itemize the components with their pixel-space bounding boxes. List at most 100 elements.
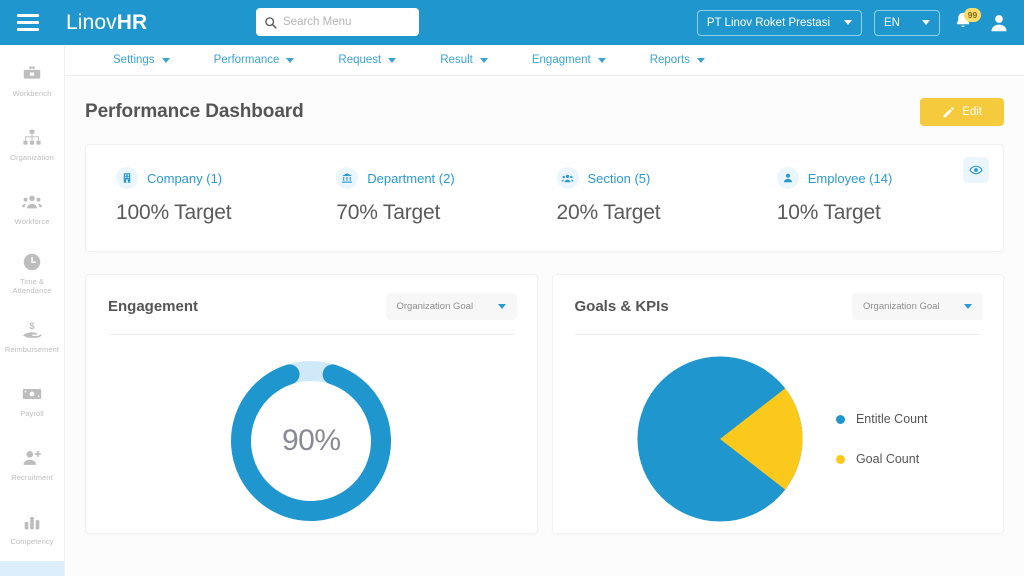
nav-item-engagment[interactable]: Engagment	[510, 54, 628, 66]
engagement-center-label: 90%	[281, 424, 341, 457]
edit-button-label: Edit	[962, 106, 982, 118]
legend-color-swatch	[835, 414, 845, 424]
building-icon	[116, 167, 138, 189]
engagement-donut-chart: 90%	[223, 353, 399, 529]
people-group-icon	[556, 167, 579, 189]
user-plus-icon	[23, 451, 41, 466]
clock-icon	[23, 253, 41, 271]
nav-item-reports[interactable]: Reports	[628, 54, 727, 66]
sidebar-item-reimbursement[interactable]: $ Reimbursement	[0, 305, 64, 369]
edit-button[interactable]: Edit	[920, 98, 1004, 126]
chevron-down-icon	[964, 304, 972, 309]
nav-item-label: Result	[440, 54, 473, 66]
targets-summary-card: Company (1) 100% Target Department (2) 7…	[85, 144, 1004, 252]
goals-filter-select[interactable]: Organization Goal	[852, 293, 983, 320]
pie-area: Entitle Count Goal Count	[628, 353, 928, 525]
chevron-down-icon	[597, 57, 606, 63]
nav-item-settings[interactable]: Settings	[91, 54, 192, 66]
notifications-button[interactable]: 99	[952, 7, 981, 36]
chevron-down-icon	[922, 20, 930, 25]
sidebar-item-label: Reimbursement	[4, 345, 60, 355]
stat-header: Company (1)	[116, 167, 324, 189]
eye-icon	[969, 165, 983, 175]
language-selector[interactable]: EN	[874, 9, 940, 36]
sidebar-item-competency[interactable]: Competency	[0, 497, 64, 561]
page-title: Performance Dashboard	[85, 101, 304, 122]
stat-section[interactable]: Section (5) 20% Target	[545, 167, 765, 225]
sidebar-item-payroll[interactable]: Payroll	[0, 369, 64, 433]
sidebar-item-label: Organization	[10, 153, 54, 163]
app-root: LinovHR PT Linov Roket Prestasi EN	[0, 0, 1024, 576]
goals-legend: Entitle Count Goal Count	[835, 412, 928, 466]
people-group-icon	[21, 195, 43, 209]
engagement-card-header: Engagement Organization Goal	[86, 275, 537, 334]
stat-department[interactable]: Department (2) 70% Target	[324, 167, 544, 225]
goals-title: Goals & KPIs	[574, 298, 669, 315]
user-icon	[776, 167, 799, 189]
stat-company[interactable]: Company (1) 100% Target	[104, 167, 324, 225]
legend-color-swatch	[835, 454, 845, 464]
svg-text:$: $	[29, 321, 34, 331]
sidebar-item-label: Competency	[10, 537, 54, 547]
search-box[interactable]	[256, 8, 419, 36]
goals-card-header: Goals & KPIs Organization Goal	[553, 275, 1004, 334]
legend-label: Goal Count	[855, 452, 920, 466]
legend-label: Entitle Count	[855, 412, 928, 426]
chevron-down-icon	[388, 57, 397, 63]
company-selector[interactable]: PT Linov Roket Prestasi	[696, 9, 863, 36]
nav-item-request[interactable]: Request	[316, 54, 418, 66]
sidebar-item-time-attendance[interactable]: Time & Attendance	[0, 241, 64, 305]
stat-header: Department (2)	[336, 167, 544, 189]
company-selector-label: PT Linov Roket Prestasi	[706, 16, 831, 29]
visibility-toggle-button[interactable]	[963, 157, 989, 183]
hamburger-menu-icon[interactable]	[0, 14, 56, 31]
search-icon	[265, 16, 277, 29]
chevron-down-icon	[479, 57, 488, 63]
module-nav-bar: Settings Performance Request Result Enga…	[65, 45, 1024, 76]
bar-chart-icon	[24, 517, 40, 530]
engagement-filter-select[interactable]: Organization Goal	[385, 293, 517, 320]
user-icon	[991, 14, 1007, 31]
goals-pie-chart	[637, 356, 803, 522]
engagement-filter-value: Organization Goal	[396, 301, 474, 312]
sidebar-item-organization[interactable]: Organization	[0, 113, 64, 177]
brand-logo[interactable]: LinovHR	[66, 11, 147, 35]
top-bar: LinovHR PT Linov Roket Prestasi EN	[0, 0, 1024, 45]
main-content: Settings Performance Request Result Enga…	[65, 45, 1024, 576]
stat-label: Section (5)	[587, 170, 651, 186]
dashboard-scroll-area: Performance Dashboard Edit Company (1) 1…	[65, 76, 1024, 576]
user-avatar[interactable]	[988, 12, 1010, 34]
pencil-icon	[943, 106, 955, 117]
page-header: Performance Dashboard Edit	[85, 76, 1004, 144]
stat-value: 70% Target	[336, 201, 441, 224]
sidebar-item-label: Time & Attendance	[12, 276, 52, 295]
nav-item-result[interactable]: Result	[418, 54, 510, 66]
sidebar-item-recruitment[interactable]: Recruitment	[0, 433, 64, 497]
chevron-down-icon	[161, 57, 170, 63]
chevron-down-icon	[844, 20, 853, 25]
chevron-down-icon	[696, 57, 705, 63]
brand-logo-light: Linov	[66, 10, 117, 34]
legend-item-goal-count: Goal Count	[835, 452, 928, 466]
search-input[interactable]	[283, 16, 411, 28]
nav-item-label: Performance	[213, 54, 280, 66]
sidebar: Workbench Organization Workforce Time & …	[0, 45, 65, 576]
nav-item-label: Reports	[649, 54, 690, 66]
engagement-chart-body: 90%	[86, 335, 537, 529]
sidebar-item-workbench[interactable]: Workbench	[0, 49, 64, 113]
goals-kpis-card: Goals & KPIs Organization Goal Entitle C…	[551, 274, 1004, 534]
nav-item-label: Settings	[113, 54, 155, 66]
nav-item-label: Request	[338, 54, 382, 66]
hand-money-icon: $	[22, 321, 42, 338]
stat-employee[interactable]: Employee (14) 10% Target	[765, 167, 985, 225]
nav-item-performance[interactable]: Performance	[192, 54, 317, 66]
bank-icon	[336, 167, 359, 189]
stat-label: Company (1)	[147, 170, 223, 186]
charts-row: Engagement Organization Goal 90% Goals &…	[85, 274, 1004, 534]
notification-badge: 99	[964, 7, 981, 22]
stat-value: 20% Target	[556, 201, 661, 224]
brand-logo-bold: HR	[116, 10, 148, 34]
sidebar-item-workforce[interactable]: Workforce	[0, 177, 64, 241]
sidebar-item-performance[interactable]: Performance	[0, 561, 64, 576]
chevron-down-icon	[497, 304, 506, 309]
